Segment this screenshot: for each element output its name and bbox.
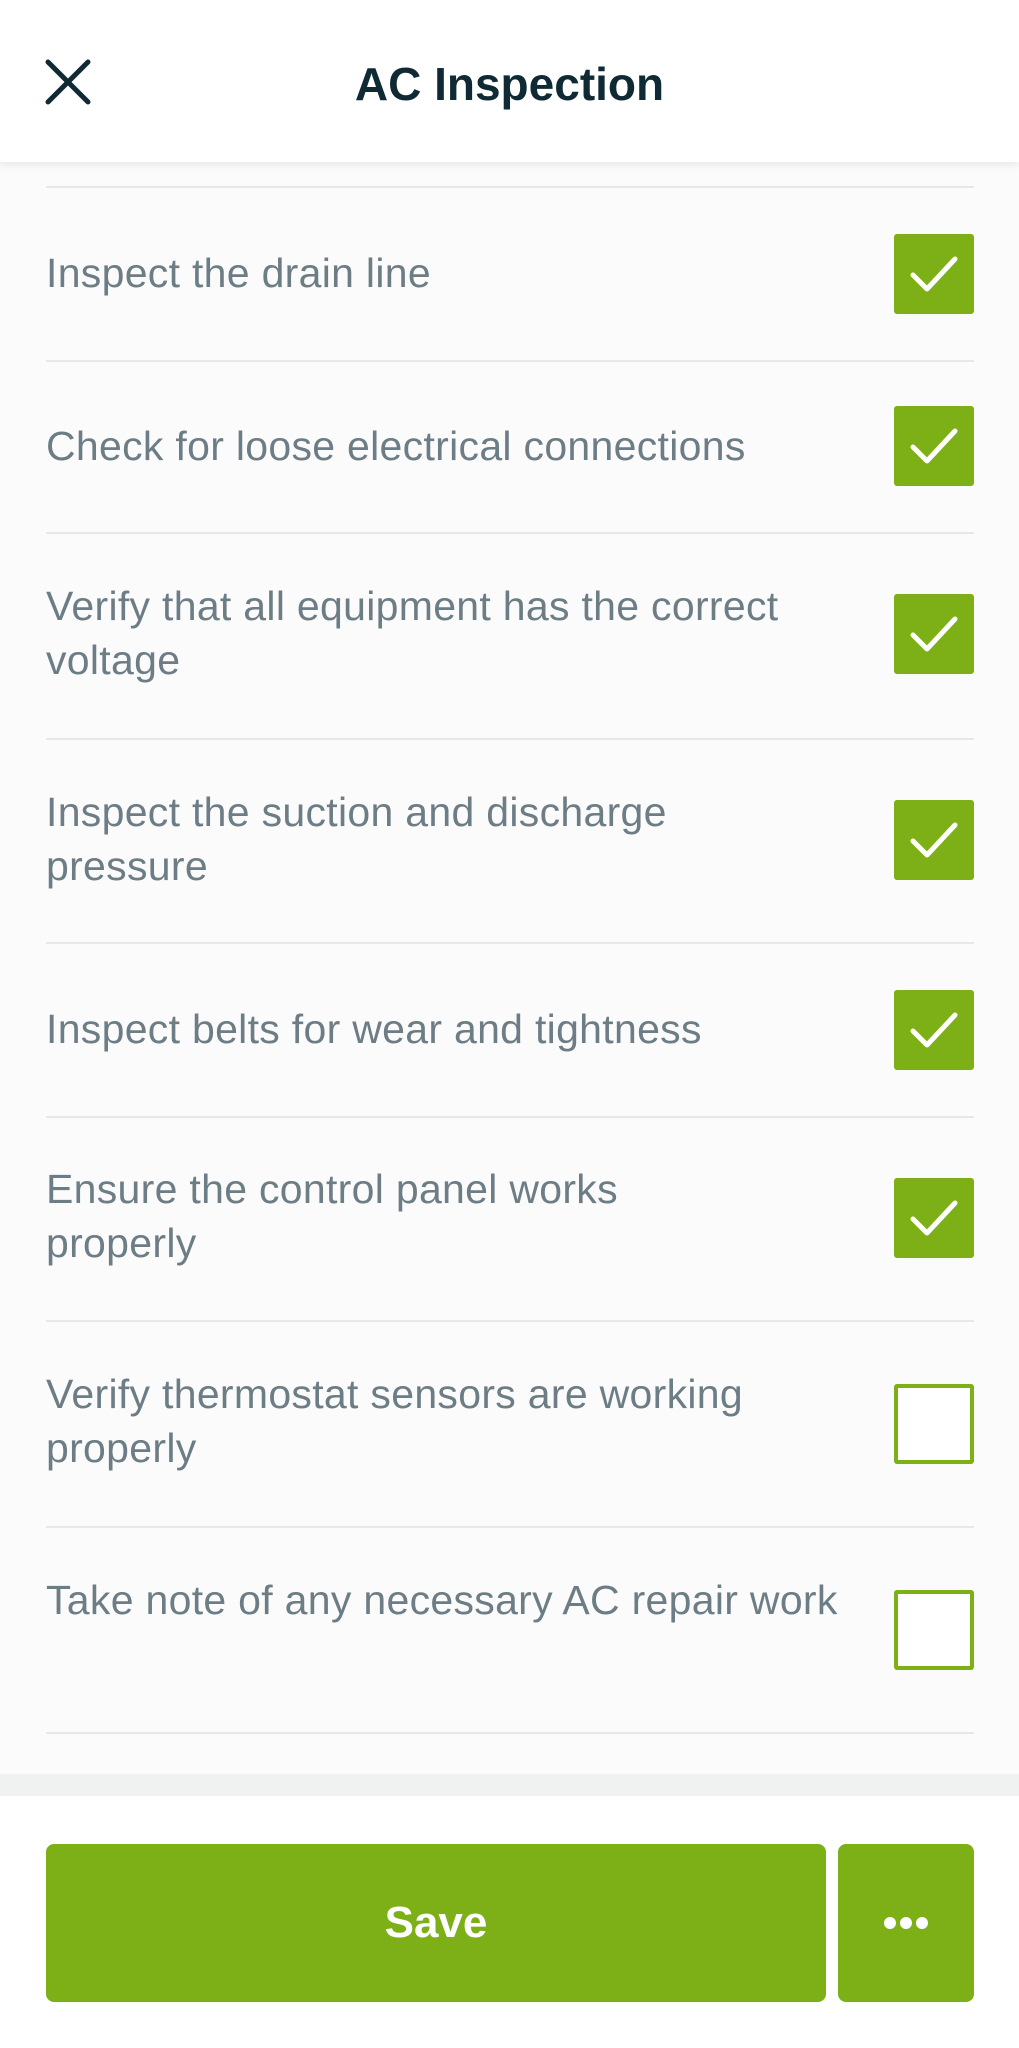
checkmark-icon [910,256,958,292]
checklist-item-label: Verify that all equipment has the correc… [46,583,779,683]
more-options-button[interactable] [838,1844,974,2002]
ac-inspection-screen: AC Inspection Inspect the drain line Che… [0,0,1019,2048]
checkbox-checked[interactable] [894,800,974,880]
footer-actions: Save [0,1796,1019,2048]
app-header: AC Inspection [0,0,1019,162]
checkbox-unchecked[interactable] [894,1384,974,1464]
checkbox-checked[interactable] [894,406,974,486]
checkmark-icon [910,1200,958,1236]
more-horizontal-icon [884,1917,928,1929]
checklist-item-belts[interactable]: Inspect belts for wear and tightness [46,944,974,1118]
checkbox-checked[interactable] [894,1178,974,1258]
checklist-item-label: Check for loose electrical connections [46,423,746,469]
checklist-item-thermostat-sensors[interactable]: Verify thermostat sensors are working pr… [46,1322,974,1528]
checkmark-icon [910,822,958,858]
checklist-item-voltage[interactable]: Verify that all equipment has the correc… [46,534,974,740]
save-button[interactable]: Save [46,1844,826,2002]
checklist-item-label: Ensure the control panel works properly [46,1166,618,1266]
checklist-item-label: Verify thermostat sensors are working pr… [46,1371,743,1471]
checkmark-icon [910,1012,958,1048]
checklist-item-label: Inspect belts for wear and tightness [46,1006,702,1052]
checklist: Inspect the drain line Check for loose e… [0,162,1019,1774]
checklist-item-repair-work[interactable]: Take note of any necessary AC repair wor… [46,1528,974,1734]
checkmark-icon [910,616,958,652]
checklist-item-electrical-connections[interactable]: Check for loose electrical connections [46,362,974,534]
checklist-item-suction-discharge[interactable]: Inspect the suction and discharge pressu… [46,740,974,944]
page-title: AC Inspection [354,58,665,110]
checkbox-unchecked[interactable] [894,1590,974,1670]
checkbox-checked[interactable] [894,234,974,314]
checkmark-icon [910,428,958,464]
checklist-item-label: Inspect the drain line [46,250,431,296]
checklist-item-label: Take note of any necessary AC repair wor… [46,1577,838,1623]
checklist-item-control-panel[interactable]: Ensure the control panel works properly [46,1118,974,1322]
checkbox-checked[interactable] [894,594,974,674]
checkbox-checked[interactable] [894,990,974,1070]
checklist-item-drain-line[interactable]: Inspect the drain line [46,188,974,362]
footer-separator [0,1774,1019,1796]
checklist-item-label: Inspect the suction and discharge pressu… [46,789,667,889]
